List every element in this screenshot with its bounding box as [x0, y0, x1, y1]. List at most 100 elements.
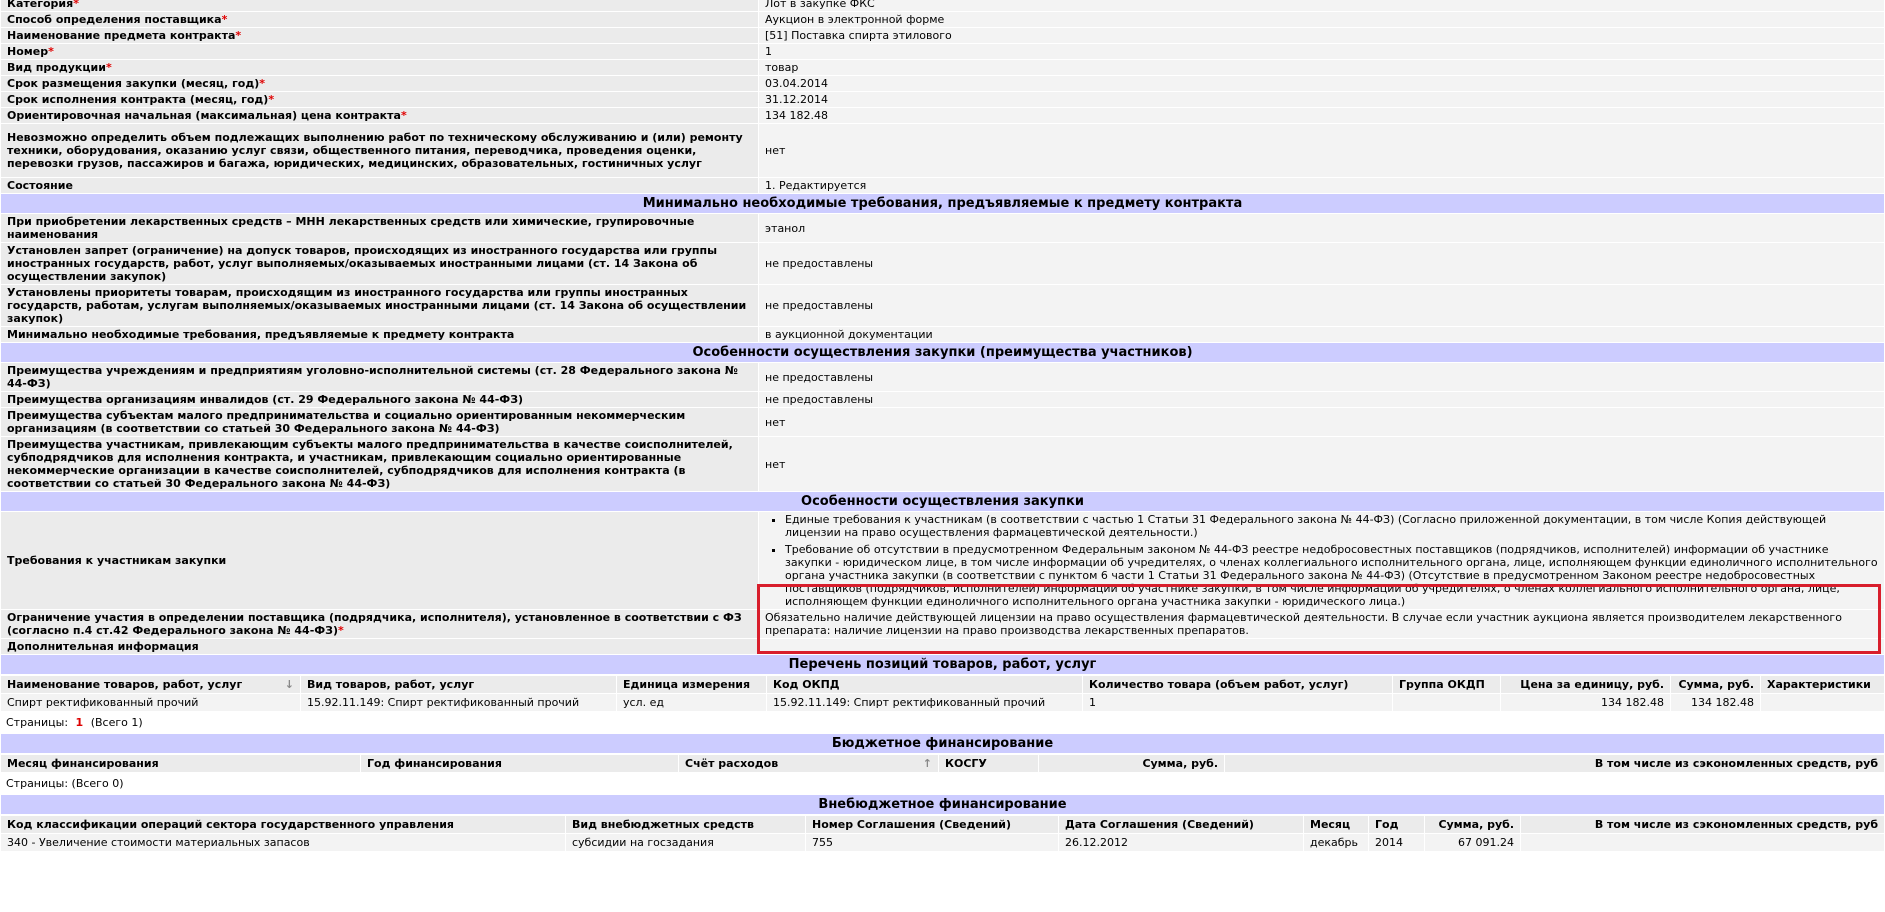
- form-row-subject: Наименование предмета контракта* [51] Пос…: [0, 27, 1885, 44]
- required-mark: *: [73, 0, 79, 10]
- table-cell: [1392, 693, 1501, 712]
- column-header-sum[interactable]: Сумма, руб.: [1670, 675, 1761, 694]
- column-header-agreement-date[interactable]: Дата Соглашения (Сведений): [1058, 815, 1304, 834]
- table-cell: 1: [1082, 693, 1393, 712]
- field-label: Ориентировочная начальная (максимальная)…: [7, 109, 401, 122]
- field-label: Преимущества учреждениям и предприятиям …: [0, 362, 759, 392]
- column-header-characteristics[interactable]: Характеристики: [1760, 675, 1885, 694]
- field-value: [51] Поставка спирта этилового: [758, 27, 1885, 44]
- column-header-unit-price[interactable]: Цена за единицу, руб.: [1500, 675, 1671, 694]
- required-mark: *: [235, 29, 242, 42]
- goods-pager: Страницы: 1 (Всего 1): [0, 712, 1885, 733]
- table-cell: декабрь: [1303, 833, 1369, 852]
- form-row-state: Состояние 1. Редактируется: [0, 177, 1885, 194]
- form-row-additional: Дополнительная информация: [0, 638, 1885, 655]
- field-label: Номер: [7, 45, 49, 58]
- column-header-name[interactable]: Наименование товаров, работ, услуг ↓: [0, 675, 301, 694]
- field-label: Наименование предмета контракта: [7, 29, 236, 42]
- column-header-kosgu[interactable]: КОСГУ: [938, 754, 1039, 773]
- table-row: 340 - Увеличение стоимости материальных …: [0, 833, 1885, 852]
- offbudget-header: Внебюджетное финансирование: [0, 794, 1885, 815]
- form-row-category: Категория* Лот в закупке ФКС: [0, 0, 1885, 12]
- column-header-year[interactable]: Год финансирования: [360, 754, 679, 773]
- pager-label: Страницы:: [6, 716, 69, 729]
- table-cell: 15.92.11.149: Спирт ректификованный проч…: [766, 693, 1083, 712]
- goods-table: Наименование товаров, работ, услуг ↓ Вид …: [0, 675, 1885, 712]
- table-cell: 67 091.24: [1424, 833, 1521, 852]
- form-row-adv-uis: Преимущества учреждениям и предприятиям …: [0, 362, 1885, 392]
- field-value: этанол: [758, 213, 1885, 243]
- field-value: в аукционной документации: [758, 326, 1885, 343]
- table-cell: [1520, 833, 1885, 852]
- section-title: Особенности осуществления закупки: [0, 491, 1885, 512]
- form-row-inn: При приобретении лекарственных средств –…: [0, 213, 1885, 243]
- field-label: Преимущества участникам, привлекающим су…: [0, 436, 759, 492]
- field-value: нет: [758, 407, 1885, 437]
- column-header-quantity[interactable]: Количество товара (объем работ, услуг): [1082, 675, 1393, 694]
- column-header-month[interactable]: Месяц: [1303, 815, 1369, 834]
- section-title: Перечень позиций товаров, работ, услуг: [0, 654, 1885, 675]
- column-header-agreement-number[interactable]: Номер Соглашения (Сведений): [805, 815, 1059, 834]
- form-row-adv-subcontract: Преимущества участникам, привлекающим су…: [0, 436, 1885, 492]
- form-row-execution-date: Срок исполнения контракта (месяц, год)* 3…: [0, 91, 1885, 108]
- form-row-adv-disabled: Преимущества организациям инвалидов (ст.…: [0, 391, 1885, 408]
- field-label: Невозможно определить объем подлежащих в…: [0, 123, 759, 178]
- column-header-saved[interactable]: В том числе из сэкономленных средств, ру…: [1520, 815, 1885, 834]
- field-label: Состояние: [0, 177, 759, 194]
- column-header-okdp[interactable]: Группа ОКДП: [1392, 675, 1501, 694]
- pager-total: (Всего 1): [90, 716, 143, 729]
- table-cell: субсидии на госзадания: [565, 833, 806, 852]
- field-label: Дополнительная информация: [0, 638, 759, 655]
- required-mark: *: [48, 45, 54, 58]
- field-value: Лот в закупке ФКС: [758, 0, 1885, 12]
- field-value: 03.04.2014: [758, 75, 1885, 92]
- section-title: Особенности осуществления закупки (преим…: [0, 342, 1885, 363]
- form-row-min-req: Минимально необходимые требования, предъ…: [0, 326, 1885, 343]
- sort-up-icon[interactable]: ↑: [923, 757, 932, 770]
- field-label: Преимущества организациям инвалидов (ст.…: [0, 391, 759, 408]
- table-cell: усл. ед: [616, 693, 767, 712]
- form-row-priorities: Установлены приоритеты товарам, происход…: [0, 284, 1885, 327]
- sort-down-icon[interactable]: ↓: [285, 678, 294, 691]
- field-label: Категория: [7, 0, 74, 10]
- field-label: Способ определения поставщика: [7, 13, 222, 26]
- form-row-number: Номер* 1: [0, 43, 1885, 60]
- column-header-sum[interactable]: Сумма, руб.: [1424, 815, 1521, 834]
- required-mark: *: [268, 93, 275, 106]
- table-header-row: Месяц финансирования Год финансирования …: [0, 754, 1885, 773]
- field-label: Ограничение участия в определении постав…: [7, 611, 742, 637]
- column-header-funds-type[interactable]: Вид внебюджетных средств: [565, 815, 806, 834]
- form-row-restriction: Ограничение участия в определении постав…: [0, 609, 1885, 639]
- field-value: [758, 638, 1885, 655]
- form-row-price: Ориентировочная начальная (максимальная)…: [0, 107, 1885, 124]
- column-header-saved[interactable]: В том числе из сэкономленных средств, ру…: [1224, 754, 1885, 773]
- column-header-account[interactable]: Счёт расходов ↑: [678, 754, 939, 773]
- required-mark: *: [338, 624, 344, 637]
- field-label: При приобретении лекарственных средств –…: [0, 213, 759, 243]
- page: Категория* Лот в закупке ФКС Способ опред…: [0, 0, 1885, 852]
- section-title: Бюджетное финансирование: [0, 733, 1885, 754]
- pager-current-page[interactable]: 1: [76, 716, 84, 729]
- field-value: не предоставлены: [758, 242, 1885, 285]
- field-value: Аукцион в электронной форме: [758, 11, 1885, 28]
- field-value: не предоставлены: [758, 284, 1885, 327]
- column-header-year[interactable]: Год: [1368, 815, 1425, 834]
- section-header-advantages: Особенности осуществления закупки (преим…: [0, 342, 1885, 363]
- list-item: Единые требования к участникам (в соотве…: [785, 513, 1878, 539]
- required-mark: *: [105, 61, 112, 74]
- column-header-okpd[interactable]: Код ОКПД: [766, 675, 1083, 694]
- section-title: Минимально необходимые требования, предъ…: [0, 193, 1885, 214]
- column-header-type[interactable]: Вид товаров, работ, услуг: [300, 675, 617, 694]
- field-value: не предоставлены: [758, 362, 1885, 392]
- column-header-sum[interactable]: Сумма, руб.: [1038, 754, 1225, 773]
- table-cell: [1760, 693, 1885, 712]
- table-header-row: Наименование товаров, работ, услуг ↓ Вид …: [0, 675, 1885, 694]
- column-header-code[interactable]: Код классификации операций сектора госуд…: [0, 815, 566, 834]
- field-value: 1: [758, 43, 1885, 60]
- budget-table: Месяц финансирования Год финансирования …: [0, 754, 1885, 773]
- field-label: Установлены приоритеты товарам, происход…: [0, 284, 759, 327]
- field-label: Преимущества субъектам малого предприним…: [0, 407, 759, 437]
- table-cell: 26.12.2012: [1058, 833, 1304, 852]
- column-header-month[interactable]: Месяц финансирования: [0, 754, 361, 773]
- column-header-unit[interactable]: Единица измерения: [616, 675, 767, 694]
